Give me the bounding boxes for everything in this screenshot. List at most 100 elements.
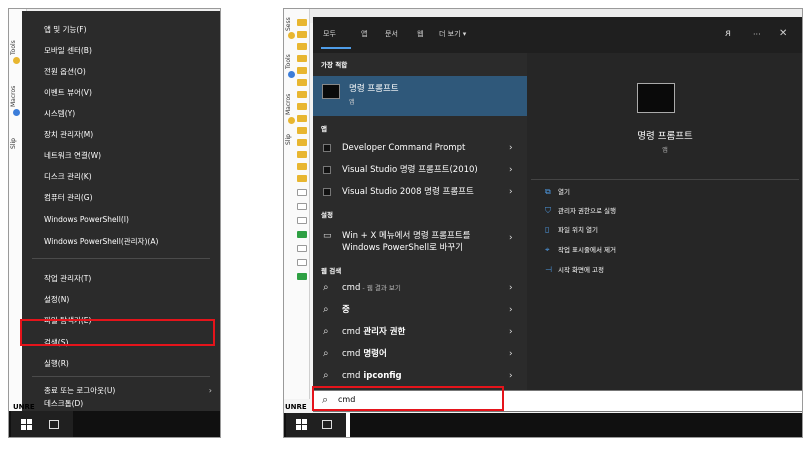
menu-item-device-manager[interactable]: 장치 관리자(M) xyxy=(22,125,220,145)
background-text: UNRE xyxy=(285,403,307,411)
web-result-text: cmd xyxy=(342,349,361,359)
action-run-as-admin-label: 관리자 권한으로 실행 xyxy=(558,207,616,215)
app-result-vs2008-prompt[interactable]: Visual Studio 2008 명령 프롬프트 › xyxy=(313,181,527,203)
chevron-right-icon[interactable]: › xyxy=(509,137,513,159)
menu-item-power-options[interactable]: 전원 옵션(O) xyxy=(22,62,220,82)
chevron-right-icon[interactable]: › xyxy=(509,343,513,365)
folder-icon xyxy=(297,31,307,38)
action-open-file-location-label: 파일 위치 열기 xyxy=(558,226,599,234)
chevron-right-icon[interactable]: › xyxy=(509,181,513,203)
file-icon xyxy=(297,231,307,238)
background-text: UNRE xyxy=(13,403,35,411)
file-icon xyxy=(297,245,307,252)
menu-item-settings[interactable]: 설정(N) xyxy=(22,290,220,310)
chevron-right-icon[interactable]: › xyxy=(509,321,513,343)
menu-item-computer-management[interactable]: 컴퓨터 관리(G) xyxy=(22,188,220,208)
web-result-text: cmd xyxy=(342,283,361,293)
search-filter-header: 모두 앱 문서 웹 더 보기 ▾ ᴙ ··· ✕ xyxy=(313,17,802,53)
action-open-file-location[interactable]: ▯ 파일 위치 열기 xyxy=(545,223,598,237)
menu-item-task-manager[interactable]: 작업 관리자(T) xyxy=(22,269,220,289)
menu-item-network-connections[interactable]: 네트워크 연결(W) xyxy=(22,146,220,166)
tab-documents[interactable]: 문서 xyxy=(385,29,398,39)
task-view-icon[interactable] xyxy=(49,420,59,429)
web-result-text: cmd xyxy=(342,371,361,381)
command-prompt-icon xyxy=(322,84,340,99)
search-icon: ⌕ xyxy=(323,282,329,293)
taskbar-start-area xyxy=(286,413,346,437)
sidebar-label-macros: Macros xyxy=(285,93,292,115)
best-match-type: 앱 xyxy=(349,99,355,106)
command-prompt-icon xyxy=(323,166,331,174)
person-feedback-icon[interactable]: ᴙ xyxy=(725,28,731,39)
more-options-icon[interactable]: ··· xyxy=(753,30,761,39)
menu-item-desktop[interactable]: 데스크톱(D) xyxy=(22,397,220,411)
menu-item-powershell[interactable]: Windows PowerShell(I) xyxy=(22,210,220,230)
sidebar-label-macros: Macros xyxy=(10,85,17,107)
action-pin-start[interactable]: ⊣ 시작 화면에 고정 xyxy=(545,263,604,277)
web-result-jung[interactable]: ⌕ 중 › xyxy=(313,299,527,321)
web-result-bold: 중 xyxy=(342,305,350,315)
windows-start-icon[interactable] xyxy=(296,419,308,431)
action-pin-start-label: 시작 화면에 고정 xyxy=(558,266,604,274)
app-result-developer-command-prompt[interactable]: Developer Command Prompt › xyxy=(313,137,527,159)
tab-apps[interactable]: 앱 xyxy=(361,29,367,39)
menu-item-system[interactable]: 시스템(Y) xyxy=(22,104,220,124)
web-result-cmd-ipconfig[interactable]: ⌕ cmd ipconfig › xyxy=(313,365,527,387)
task-view-icon[interactable] xyxy=(322,420,332,429)
folder-icon xyxy=(297,103,307,110)
sidebar-dot-icon xyxy=(13,109,20,116)
chevron-right-icon[interactable]: › xyxy=(509,299,513,321)
action-unpin-taskbar-label: 작업 표시줄에서 제거 xyxy=(558,246,616,254)
action-open[interactable]: ⧉ 열기 xyxy=(545,185,570,199)
windows-start-icon[interactable] xyxy=(21,419,33,431)
menu-item-run[interactable]: 실행(R) xyxy=(22,354,220,374)
sidebar-label-tools: Tools xyxy=(10,40,17,55)
setting-result-line1: Win + X 메뉴에서 명령 프롬프트를 xyxy=(342,231,471,241)
tab-more[interactable]: 더 보기 ▾ xyxy=(439,29,466,39)
web-result-cmd[interactable]: ⌕ cmd - 웹 결과 보기 › xyxy=(313,277,527,299)
preview-separator xyxy=(531,179,799,180)
menu-item-disk-management[interactable]: 디스크 관리(K) xyxy=(22,167,220,187)
folder-icon xyxy=(297,163,307,170)
pin-start-icon: ⊣ xyxy=(545,265,552,274)
folder-icon xyxy=(297,19,307,26)
folder-icon xyxy=(297,67,307,74)
app-result-vs2010-prompt[interactable]: Visual Studio 명령 프롬프트(2010) › xyxy=(313,159,527,181)
unpin-taskbar-icon: ⌖ xyxy=(545,245,550,254)
chevron-right-icon[interactable]: › xyxy=(509,365,513,387)
sidebar-label-slip: Slip xyxy=(10,138,17,149)
file-icon xyxy=(297,203,307,210)
taskbar-divider xyxy=(346,413,350,437)
file-icon xyxy=(297,273,307,280)
setting-result-line2: Windows PowerShell로 바꾸기 xyxy=(342,243,464,253)
search-results-list: 가장 적합 명령 프롬프트 앱 앱 Developer Command Prom… xyxy=(313,53,527,390)
menu-item-apps-features[interactable]: 앱 및 기능(F) xyxy=(22,20,220,40)
close-icon[interactable]: ✕ xyxy=(779,28,787,39)
menu-item-mobility-center[interactable]: 모바일 센터(B) xyxy=(22,41,220,61)
search-item-highlight-box xyxy=(20,319,215,346)
file-icon xyxy=(297,189,307,196)
setting-result-replace-prompt[interactable]: ▭ Win + X 메뉴에서 명령 프롬프트를 Windows PowerShe… xyxy=(313,225,527,261)
web-result-text: cmd xyxy=(342,327,361,337)
file-icon xyxy=(297,259,307,266)
best-match-result[interactable]: 명령 프롬프트 앱 xyxy=(313,76,527,116)
web-result-cmd-admin[interactable]: ⌕ cmd 관리자 권한 › xyxy=(313,321,527,343)
folder-icon xyxy=(297,151,307,158)
search-icon: ⌕ xyxy=(323,348,329,359)
section-title-best-match: 가장 적합 xyxy=(321,61,348,69)
web-result-cmd-commands[interactable]: ⌕ cmd 명령어 › xyxy=(313,343,527,365)
tab-web[interactable]: 웹 xyxy=(417,29,423,39)
tab-all[interactable]: 모두 xyxy=(323,29,336,39)
action-run-as-admin[interactable]: ⛉ 관리자 권한으로 실행 xyxy=(545,204,616,218)
shield-icon: ⛉ xyxy=(545,206,551,215)
folder-icon xyxy=(297,55,307,62)
action-unpin-taskbar[interactable]: ⌖ 작업 표시줄에서 제거 xyxy=(545,243,616,257)
sidebar-dot-icon xyxy=(13,57,20,64)
chevron-right-icon[interactable]: › xyxy=(509,277,513,299)
folder-icon xyxy=(297,79,307,86)
chevron-right-icon[interactable]: › xyxy=(509,232,513,244)
chevron-right-icon[interactable]: › xyxy=(509,159,513,181)
preview-subtitle: 앱 xyxy=(662,147,668,154)
menu-item-event-viewer[interactable]: 이벤트 뷰어(V) xyxy=(22,83,220,103)
menu-item-powershell-admin[interactable]: Windows PowerShell(관리자)(A) xyxy=(22,232,220,252)
